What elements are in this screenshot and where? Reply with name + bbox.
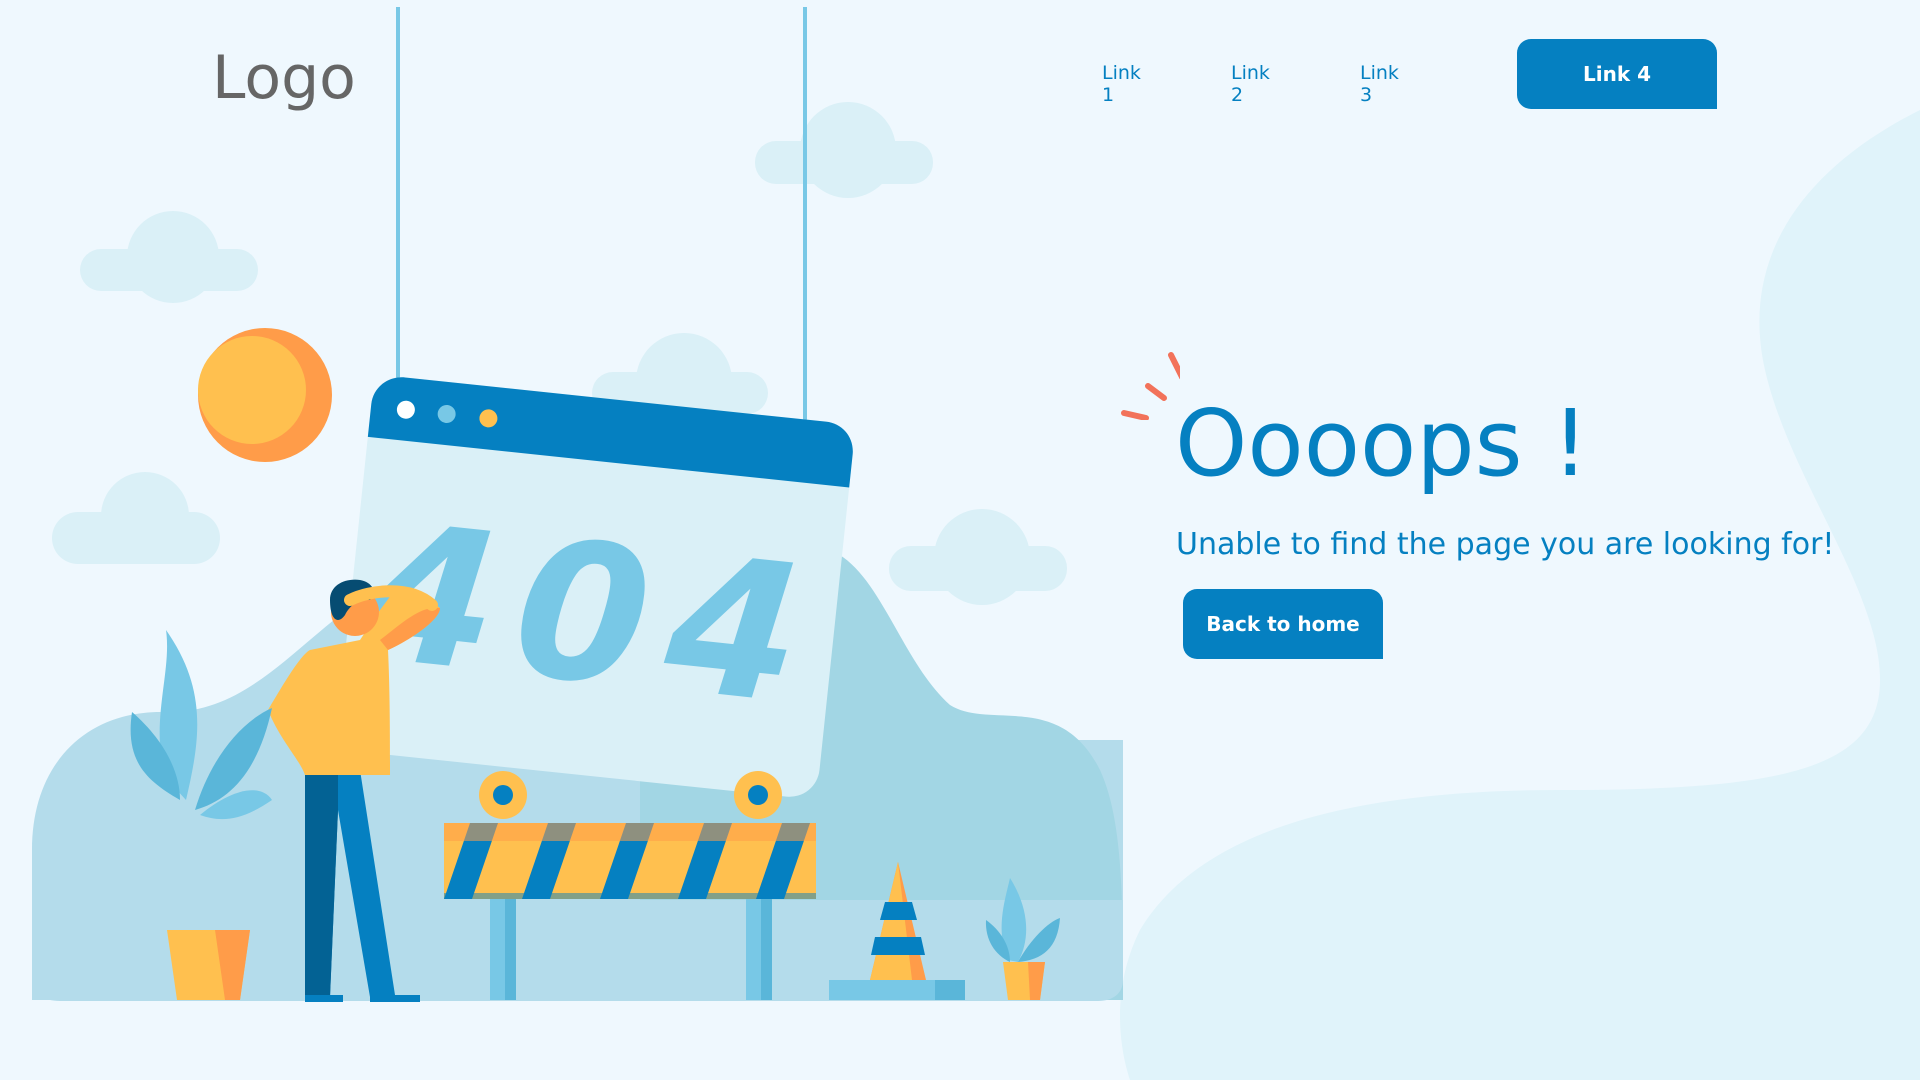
error-description: Unable to find the page you are looking … <box>1176 527 1835 562</box>
sun-icon <box>198 328 332 462</box>
back-to-home-button[interactable]: Back to home <box>1183 589 1383 659</box>
cloud-icon <box>52 472 220 564</box>
cloud-icon <box>755 102 933 198</box>
not-found-page: Logo Link 1 Link 2 Link 3 Link 4 404 Ooo… <box>0 0 1920 1080</box>
burst-icon <box>1121 352 1180 420</box>
error-headline: Oooops ! <box>1175 390 1589 497</box>
cloud-icon <box>80 211 258 303</box>
browser-window-404: 404 <box>337 377 853 797</box>
cloud-icon <box>889 509 1067 605</box>
